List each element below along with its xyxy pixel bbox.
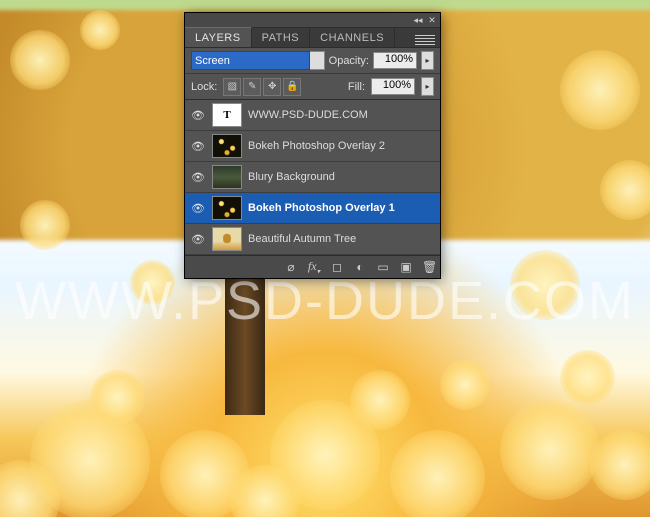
layer-name[interactable]: Blury Background	[248, 171, 435, 183]
blend-opacity-row: Screen ▾ Opacity: 100% ▸	[185, 48, 440, 74]
layer-row[interactable]: 👁 Blury Background	[185, 162, 440, 193]
fill-input[interactable]: 100%	[371, 78, 415, 95]
panel-tabs: LAYERS PATHS CHANNELS	[185, 28, 440, 48]
opacity-label: Opacity:	[329, 55, 369, 67]
layer-thumbnail	[212, 196, 242, 220]
group-icon[interactable]: ▭	[376, 260, 390, 274]
layer-row[interactable]: 👁 Bokeh Photoshop Overlay 2	[185, 131, 440, 162]
lock-transparency-icon[interactable]: ▧	[223, 78, 241, 96]
layer-thumbnail: T	[212, 103, 242, 127]
delete-layer-icon[interactable]: 🗑	[422, 260, 436, 274]
fill-label: Fill:	[348, 81, 365, 93]
layer-thumbnail	[212, 134, 242, 158]
visibility-icon[interactable]: 👁	[190, 169, 206, 185]
new-layer-icon[interactable]: ▣	[399, 260, 413, 274]
layer-name[interactable]: WWW.PSD-DUDE.COM	[248, 109, 435, 121]
tab-layers[interactable]: LAYERS	[185, 27, 252, 47]
tab-channels[interactable]: CHANNELS	[310, 28, 395, 47]
layer-fx-icon[interactable]: fx▾	[307, 259, 321, 275]
visibility-icon[interactable]: 👁	[190, 107, 206, 123]
opacity-flyout-icon[interactable]: ▸	[421, 51, 434, 70]
layers-list: 👁 T WWW.PSD-DUDE.COM 👁 Bokeh Photoshop O…	[185, 100, 440, 255]
visibility-icon[interactable]: 👁	[190, 200, 206, 216]
lock-label: Lock:	[191, 81, 217, 93]
link-layers-icon[interactable]: ⌀	[284, 260, 298, 274]
layer-row[interactable]: 👁 Beautiful Autumn Tree	[185, 224, 440, 255]
blend-mode-chevron-icon[interactable]: ▾	[310, 51, 325, 70]
close-icon[interactable]: ✕	[426, 15, 438, 25]
layer-thumbnail	[212, 227, 242, 251]
layer-row[interactable]: 👁 Bokeh Photoshop Overlay 1	[185, 193, 440, 224]
tab-paths[interactable]: PATHS	[252, 28, 311, 47]
layer-name[interactable]: Bokeh Photoshop Overlay 2	[248, 140, 435, 152]
lock-all-icon[interactable]: 🔒	[283, 78, 301, 96]
collapse-icon[interactable]: ◂◂	[412, 15, 424, 25]
visibility-icon[interactable]: 👁	[190, 231, 206, 247]
adjustment-layer-icon[interactable]: ◐	[353, 260, 367, 274]
visibility-icon[interactable]: 👁	[190, 138, 206, 154]
blend-mode-value: Screen	[195, 55, 230, 67]
panel-menu-icon[interactable]	[410, 28, 440, 47]
layer-name[interactable]: Beautiful Autumn Tree	[248, 233, 435, 245]
opacity-input[interactable]: 100%	[373, 52, 417, 69]
fill-flyout-icon[interactable]: ▸	[421, 77, 434, 96]
lock-icons: ▧ ✎ ✥ 🔒	[223, 78, 301, 96]
layer-row[interactable]: 👁 T WWW.PSD-DUDE.COM	[185, 100, 440, 131]
panel-footer: ⌀ fx▾ ◻ ◐ ▭ ▣ 🗑	[185, 255, 440, 278]
lock-pixels-icon[interactable]: ✎	[243, 78, 261, 96]
document-canvas[interactable]: WWW.PSD-DUDE.COM ◂◂ ✕ LAYERS PATHS CHANN…	[0, 0, 650, 517]
layers-panel: ◂◂ ✕ LAYERS PATHS CHANNELS Screen ▾ Opac…	[185, 13, 440, 278]
watermark-text: WWW.PSD-DUDE.COM	[0, 270, 650, 332]
blend-mode-select[interactable]: Screen	[191, 51, 310, 70]
panel-titlebar[interactable]: ◂◂ ✕	[185, 13, 440, 28]
layer-name[interactable]: Bokeh Photoshop Overlay 1	[248, 202, 435, 214]
lock-fill-row: Lock: ▧ ✎ ✥ 🔒 Fill: 100% ▸	[185, 74, 440, 100]
layer-thumbnail	[212, 165, 242, 189]
lock-position-icon[interactable]: ✥	[263, 78, 281, 96]
layer-mask-icon[interactable]: ◻	[330, 260, 344, 274]
